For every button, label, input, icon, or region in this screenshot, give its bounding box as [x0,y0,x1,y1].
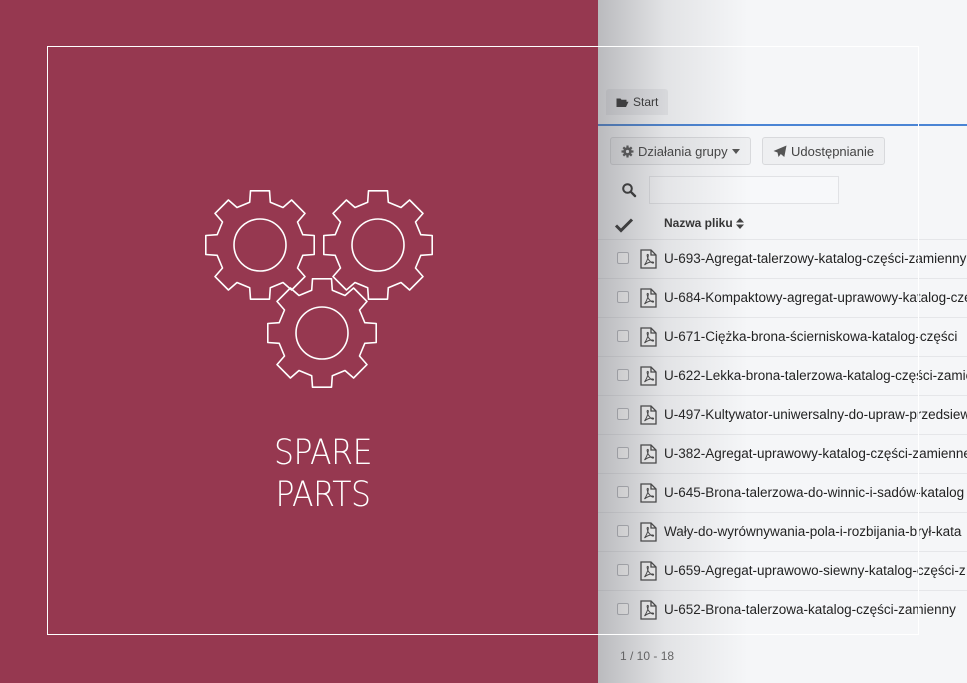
file-name[interactable]: U-622-Lekka-brona-talerzowa-katalog-częś… [664,368,967,383]
file-name[interactable]: U-684-Kompaktowy-agregat-uprawowy-katalo… [664,290,967,305]
file-row[interactable]: U-497-Kultywator-uniwersalny-do-upraw-pr… [598,395,967,434]
file-row[interactable]: U-622-Lekka-brona-talerzowa-katalog-częś… [598,356,967,395]
row-checkbox[interactable] [617,291,629,303]
file-name[interactable]: U-659-Agregat-uprawowo-siewny-katalog-cz… [664,563,966,578]
file-name[interactable]: U-645-Brona-talerzowa-do-winnic-i-sadów-… [664,485,964,500]
file-row[interactable]: U-382-Agregat-uprawowy-katalog-części-za… [598,434,967,473]
row-checkbox[interactable] [617,252,629,264]
select-all-checkmark-icon[interactable] [614,215,634,235]
sort-icon [735,217,744,229]
gear-hub-1 [233,218,287,272]
search-input[interactable] [649,176,839,204]
row-checkbox[interactable] [617,564,629,576]
gear-outline-1 [205,190,315,300]
tab-divider [598,124,967,126]
pdf-file-icon [640,561,657,581]
group-actions-button[interactable]: Działania grupy [610,137,751,165]
pdf-file-icon [640,444,657,464]
file-row[interactable]: U-671-Ciężka-brona-ścierniskowa-katalog-… [598,317,967,356]
row-checkbox[interactable] [617,408,629,420]
group-actions-label: Działania grupy [638,143,728,159]
row-checkbox[interactable] [617,447,629,459]
spare-parts-banner: SPARE PARTS [0,0,598,683]
gear-icon [621,145,634,157]
pagination-info: 1 / 10 - 18 [620,649,675,663]
banner-title-line2: PARTS [275,475,371,515]
gear-hub-3 [295,306,349,360]
file-name[interactable]: U-382-Agregat-uprawowy-katalog-części-za… [664,446,967,461]
share-button[interactable]: Udostępnianie [762,137,886,165]
row-checkbox[interactable] [617,369,629,381]
file-name[interactable]: U-652-Brona-talerzowa-katalog-części-zam… [664,602,956,617]
column-header-label: Nazwa pliku [664,216,733,230]
pdf-file-icon [640,327,657,347]
pdf-file-icon [640,249,657,269]
pdf-file-icon [640,405,657,425]
file-row[interactable]: U-684-Kompaktowy-agregat-uprawowy-katalo… [598,278,967,317]
pdf-file-icon [640,366,657,386]
gear-outline-3 [267,278,377,388]
gear-outline-2 [323,190,433,300]
banner-title-line1: SPARE [273,433,373,473]
gear-hub-2 [351,218,405,272]
row-checkbox[interactable] [617,486,629,498]
search-icon [622,183,637,198]
paper-plane-icon [773,145,787,157]
file-row[interactable]: Wały-do-wyrównywania-pola-i-rozbijania-b… [598,512,967,551]
pdf-file-icon [640,288,657,308]
pdf-file-icon [640,600,657,620]
gears-icon [205,190,433,388]
row-checkbox[interactable] [617,603,629,615]
share-label: Udostępnianie [791,143,875,159]
folder-open-icon [616,98,629,107]
column-header-filename[interactable]: Nazwa pliku [664,216,744,230]
file-row[interactable]: U-693-Agregat-talerzowy-katalog-części-z… [598,239,967,278]
file-name[interactable]: U-693-Agregat-talerzowy-katalog-części-z… [664,251,966,266]
file-row[interactable]: U-645-Brona-talerzowa-do-winnic-i-sadów-… [598,473,967,512]
pdf-file-icon [640,483,657,503]
banner-title: SPARE PARTS [0,432,646,516]
tab-start[interactable]: Start [606,89,669,115]
file-row[interactable]: U-652-Brona-talerzowa-katalog-części-zam… [598,590,967,629]
file-name[interactable]: U-671-Ciężka-brona-ścierniskowa-katalog-… [664,329,957,344]
row-checkbox[interactable] [617,330,629,342]
tab-start-label: Start [633,95,659,109]
row-checkbox[interactable] [617,525,629,537]
file-name[interactable]: Wały-do-wyrównywania-pola-i-rozbijania-b… [664,524,961,539]
file-name[interactable]: U-497-Kultywator-uniwersalny-do-upraw-pr… [664,407,967,422]
caret-down-icon [731,148,740,154]
pdf-file-icon [640,522,657,542]
file-row[interactable]: U-659-Agregat-uprawowo-siewny-katalog-cz… [598,551,967,590]
